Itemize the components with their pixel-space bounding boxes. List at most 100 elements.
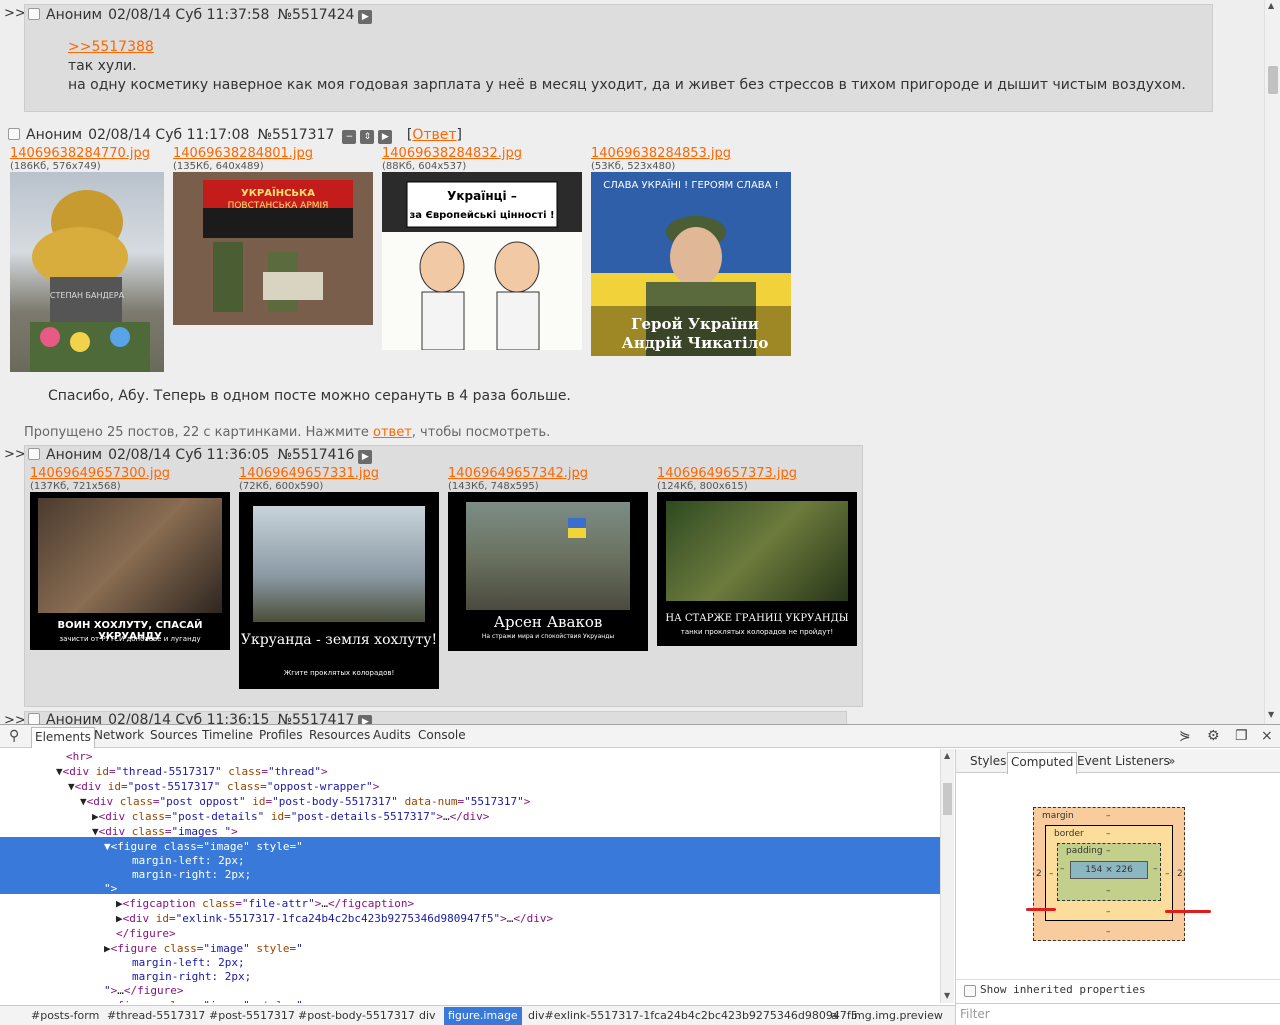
close-icon[interactable]: × [1261,728,1273,744]
image-thumbnail[interactable]: НА СТАРЖЕ ГРАНИЦ УКРУАНДЫ танки прокляты… [657,492,857,646]
post-checkbox[interactable] [28,448,40,460]
filter-input[interactable]: Filter [956,1003,1280,1025]
file-name-link[interactable]: 14069649657373.jpg [657,466,797,481]
tab-sources[interactable]: Sources [150,728,197,742]
scrollbar-thumb[interactable] [943,783,952,815]
devtools-tab-bar: ⚲ Elements Network Sources Timeline Prof… [0,725,1280,748]
post-checkbox[interactable] [8,128,20,140]
breadcrumb-item[interactable]: div [419,1009,436,1022]
breadcrumb-item[interactable]: #thread-5517317 [107,1009,205,1022]
dock-icon[interactable]: ❐ [1235,728,1248,744]
more-tabs-icon[interactable]: » [1168,754,1175,768]
post-checkbox[interactable] [28,8,40,20]
margin-label: margin [1042,811,1074,821]
scroll-down-icon[interactable]: ▼ [944,991,950,1000]
file-name-link[interactable]: 14069649657342.jpg [448,466,588,481]
breadcrumb-item[interactable]: #post-body-5517317 [298,1009,415,1022]
breadcrumb-item[interactable]: div#exlink-5517317-1fca24b4c2bc423b92753… [528,1009,858,1022]
box-model-padding: padding – – – – 154 × 226 [1057,843,1161,901]
search-icon[interactable]: ⚲ [9,728,19,744]
hero-title: Герой України [631,315,759,333]
console-drawer-icon[interactable]: ⋟ [1179,728,1191,744]
file-name-link[interactable]: 14069638284853.jpg [591,146,731,161]
post-date: 02/08/14 Суб 11:36:05 [108,447,270,463]
devtools-panel: ⚲ Elements Network Sources Timeline Prof… [0,724,1280,1025]
file-attr: (186Кб, 576x749) [10,161,101,172]
image-thumbnail[interactable]: СЛАВА УКРАЇНІ ! ГЕРОЯМ СЛАВА ! Герой Укр… [591,172,791,356]
poster-name: Аноним [46,447,103,463]
image-thumbnail[interactable]: СТЕПАН БАНДЕРА [10,172,164,372]
border-left-value: – [1049,869,1054,879]
file-name-link[interactable]: 14069638284801.jpg [173,146,313,161]
poster-name: Аноним [46,712,103,724]
statue-image: СТЕПАН БАНДЕРА [30,190,150,372]
dom-tree[interactable]: <hr> ▼<div id="thread-5517317" class="th… [0,749,940,1003]
tab-computed[interactable]: Computed [1007,752,1078,774]
expand-play-icon[interactable]: ▶ [358,715,373,724]
expand-play-icon[interactable]: ▶ [378,130,393,144]
page-scrollbar[interactable]: ▲ ▼ [1264,0,1280,724]
file-name-link[interactable]: 14069649657331.jpg [239,466,379,481]
quote-link[interactable]: >>5517388 [68,39,154,55]
scrollbar-thumb[interactable] [1268,66,1278,94]
red-annotation-mark [1026,908,1056,911]
post-date: 02/08/14 Суб 11:37:58 [108,7,270,23]
post-header: Аноним 02/08/14 Суб 11:36:05 №5517416 ▶ [28,447,373,464]
image-thumbnail[interactable]: Українці – за Європейські цінності ! [382,172,582,350]
hide-minus-icon[interactable]: − [342,130,357,144]
breadcrumb-item[interactable]: #posts-form [31,1009,99,1022]
tab-timeline[interactable]: Timeline [202,728,253,742]
reply-arrows: >> [4,713,26,724]
image-thumbnail[interactable]: УКРАЇНСЬКА ПОВСТАНСЬКА АРМІЯ [173,172,373,325]
tab-resources[interactable]: Resources [309,728,370,742]
tab-profiles[interactable]: Profiles [259,728,303,742]
post-number[interactable]: №5517417 [277,712,354,724]
breadcrumb-item[interactable]: a [831,1009,838,1022]
tab-console[interactable]: Console [418,728,466,742]
expand-play-icon[interactable]: ▶ [358,10,373,24]
file-name-link[interactable]: 14069638284770.jpg [10,146,150,161]
image-thumbnail[interactable]: Укруанда - земля хохлуту! Жгите прокляты… [239,492,439,689]
box-model-diagram: margin – 2 2 – border – – – – padding – … [1033,807,1185,941]
omitted-reply-link[interactable]: ответ [373,425,412,440]
demotivator-subtitle: зачисти от РУТСИ донбабве и луганду [59,635,201,643]
tab-elements[interactable]: Elements [31,727,95,748]
padding-right-value: – [1153,864,1158,874]
post-number[interactable]: №5517317 [257,127,334,143]
breadcrumb-item[interactable]: img.img.preview [851,1009,943,1022]
file-attr: (135Кб, 640x489) [173,161,264,172]
svg-text:ПОВСТАНСЬКА АРМІЯ: ПОВСТАНСЬКА АРМІЯ [228,201,329,211]
post-number[interactable]: №5517424 [277,7,354,23]
file-name-link[interactable]: 14069649657300.jpg [30,466,170,481]
image-thumbnail[interactable]: ВОИН ХОХЛУТУ, СПАСАЙ УКРУАНДУ зачисти от… [30,492,230,650]
margin-left-value: 2 [1036,869,1042,879]
svg-text:за Європейські цінності !: за Європейські цінності ! [409,210,554,221]
demotivator-title: Арсен Аваков [493,613,603,631]
file-name-link[interactable]: 14069638284832.jpg [382,146,522,161]
tab-network[interactable]: Network [94,728,144,742]
reply-arrows: >> [4,6,26,21]
tab-event-listeners[interactable]: Event Listeners [1077,754,1170,768]
post-checkbox[interactable] [28,713,40,724]
reply-link[interactable]: Ответ [412,127,456,143]
scroll-up-icon[interactable]: ▲ [1268,1,1274,10]
image-thumbnail[interactable]: Арсен Аваков На стражи мира и спокойстви… [448,492,648,651]
tab-audits[interactable]: Audits [373,728,411,742]
show-inherited-checkbox[interactable] [964,985,976,997]
breadcrumb: #posts-form #thread-5517317 #post-551731… [0,1005,955,1025]
expand-play-icon[interactable]: ▶ [358,450,373,464]
scroll-up-icon[interactable]: ▲ [944,751,950,760]
gear-icon[interactable]: ⚙ [1207,728,1220,744]
file-attr: (124Кб, 800x615) [657,481,748,492]
border-bottom-value: – [1106,907,1111,917]
tab-styles[interactable]: Styles [970,754,1006,768]
post-number[interactable]: №5517416 [277,447,354,463]
breadcrumb-item-selected[interactable]: figure.image [444,1007,522,1025]
padding-bottom-value: – [1106,886,1111,896]
scroll-down-icon[interactable]: ▼ [1268,710,1274,719]
file-attr: (72Кб, 600x590) [239,481,324,492]
margin-right-value: 2 [1177,869,1183,879]
breadcrumb-item[interactable]: #post-5517317 [209,1009,295,1022]
dom-tree-scrollbar[interactable]: ▲ ▼ [940,749,954,1003]
updown-icon[interactable]: ⇕ [360,130,375,144]
